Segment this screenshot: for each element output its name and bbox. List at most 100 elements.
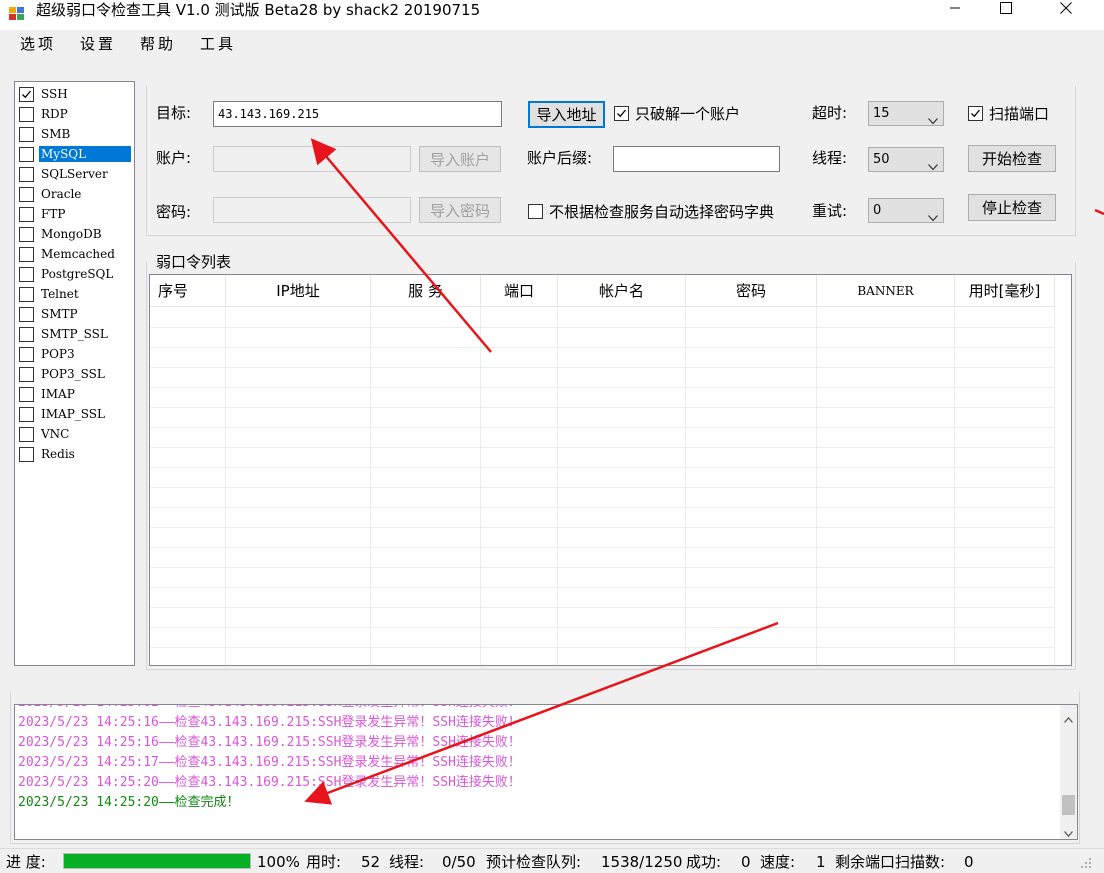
protocol-item-oracle[interactable]: Oracle [19,184,133,204]
protocol-label: RDP [41,107,68,121]
protocol-item-pop3[interactable]: POP3 [19,344,133,364]
stop-check-button[interactable]: 停止检查 [968,194,1056,221]
no-auto-dict-checkbox[interactable] [528,204,543,219]
row-separator [150,407,1055,408]
protocol-item-ssh[interactable]: SSH [19,84,133,104]
column-body [371,307,481,665]
log-scrollbar[interactable] [1060,705,1077,839]
import-address-button[interactable]: 导入地址 [528,101,605,128]
protocol-item-mysql[interactable]: MySQL [19,144,133,164]
weak-password-table[interactable]: 序号 IP地址服 务端口 帐户名 密码 BANNER 用时[毫秒] [149,274,1072,666]
scroll-down-icon[interactable] [1064,825,1073,839]
protocol-checkbox[interactable] [19,386,34,402]
protocol-checkbox[interactable] [19,306,34,322]
status-threads-label: 线程: [389,853,425,871]
timeout-select[interactable]: 15 [868,101,944,126]
protocol-checkbox[interactable] [19,166,34,182]
column-header[interactable]: 用时[毫秒] [955,275,1055,307]
protocol-item-redis[interactable]: Redis [19,444,133,464]
protocol-checkbox[interactable] [19,206,34,222]
protocol-checkbox[interactable] [19,326,34,342]
row-separator [150,527,1055,528]
row-separator [150,347,1055,348]
protocol-item-rdp[interactable]: RDP [19,104,133,124]
protocol-item-ftp[interactable]: FTP [19,204,133,224]
account-label: 账户: [156,149,192,167]
account-input[interactable] [213,146,411,172]
protocol-label: PostgreSQL [41,267,114,281]
column-header[interactable]: BANNER [817,275,955,307]
import-account-button[interactable]: 导入账户 [419,146,501,172]
menu-options[interactable]: 选项 [20,34,56,54]
protocol-checkbox[interactable] [19,286,34,302]
menu-settings[interactable]: 设置 [80,34,116,54]
protocol-item-imap_ssl[interactable]: IMAP_SSL [19,404,133,424]
protocol-checkbox[interactable] [19,186,34,202]
scroll-up-icon[interactable] [1064,711,1073,727]
import-password-button[interactable]: 导入密码 [419,197,501,223]
close-button[interactable] [1043,0,1089,20]
protocol-item-pop3_ssl[interactable]: POP3_SSL [19,364,133,384]
protocol-item-smtp[interactable]: SMTP [19,304,133,324]
timeout-label: 超时: [812,104,848,122]
minimize-button[interactable] [932,0,978,20]
only-one-account-option[interactable]: 只破解一个账户 [614,103,740,124]
protocol-label: MongoDB [41,227,102,241]
no-auto-dict-option[interactable]: 不根据检查服务自动选择密码字典 [528,201,774,222]
protocol-checkbox[interactable] [19,346,34,362]
protocol-checkbox[interactable] [19,406,34,422]
threads-select[interactable]: 50 [868,147,944,172]
column-header[interactable]: 帐户名 [558,275,686,307]
protocol-list[interactable]: SSH RDP SMB MySQL SQLServer Oracle FTP MongoDB M… [14,81,135,666]
scan-port-option[interactable]: 扫描端口 [968,103,1049,124]
password-input[interactable] [213,197,411,223]
column-header[interactable]: 端口 [481,275,558,307]
weak-password-group-title: 弱口令列表 [156,252,236,272]
log-output[interactable]: 2023/5/23 14:25:02——检查43.143.169.215:SSH… [14,704,1078,840]
password-label: 密码: [156,203,192,221]
protocol-label: Telnet [41,287,79,301]
only-one-account-checkbox[interactable] [614,106,629,121]
row-separator [150,487,1055,488]
menu-help[interactable]: 帮助 [140,34,176,54]
column-header[interactable]: IP地址 [226,275,371,307]
protocol-item-smb[interactable]: SMB [19,124,133,144]
protocol-item-vnc[interactable]: VNC [19,424,133,444]
protocol-item-postgresql[interactable]: PostgreSQL [19,264,133,284]
scan-port-checkbox[interactable] [968,106,983,121]
close-icon [1060,2,1072,18]
protocol-item-imap[interactable]: IMAP [19,384,133,404]
protocol-item-sqlserver[interactable]: SQLServer [19,164,133,184]
protocol-checkbox[interactable] [19,266,34,282]
protocol-checkbox[interactable] [19,146,34,162]
protocol-checkbox[interactable] [19,366,34,382]
account-suffix-input[interactable] [613,146,780,172]
maximize-button[interactable] [983,0,1029,20]
protocol-checkbox[interactable] [19,86,34,102]
target-input[interactable]: 43.143.169.215 [213,101,502,127]
protocol-checkbox[interactable] [19,426,34,442]
protocol-checkbox[interactable] [19,226,34,242]
protocol-label: Memcached [41,247,115,261]
row-separator [150,367,1055,368]
protocol-item-memcached[interactable]: Memcached [19,244,133,264]
column-header[interactable]: 序号 [150,275,226,307]
column-body [226,307,371,665]
log-scroll-thumb[interactable] [1062,795,1075,815]
start-check-button[interactable]: 开始检查 [968,145,1056,172]
background-window-edge [1092,58,1104,871]
protocol-checkbox[interactable] [19,446,34,462]
protocol-checkbox[interactable] [19,246,34,262]
protocol-checkbox[interactable] [19,106,34,122]
column-header[interactable]: 密码 [686,275,817,307]
log-line: 2023/5/23 14:25:16——检查43.143.169.215:SSH… [18,735,521,750]
retry-select[interactable]: 0 [868,198,944,223]
protocol-item-smtp_ssl[interactable]: SMTP_SSL [19,324,133,344]
protocol-item-mongodb[interactable]: MongoDB [19,224,133,244]
column-header[interactable]: 服 务 [371,275,481,307]
menu-tools[interactable]: 工具 [200,34,236,54]
protocol-item-telnet[interactable]: Telnet [19,284,133,304]
row-separator [150,587,1055,588]
protocol-checkbox[interactable] [19,126,34,142]
minimize-icon [949,2,961,18]
